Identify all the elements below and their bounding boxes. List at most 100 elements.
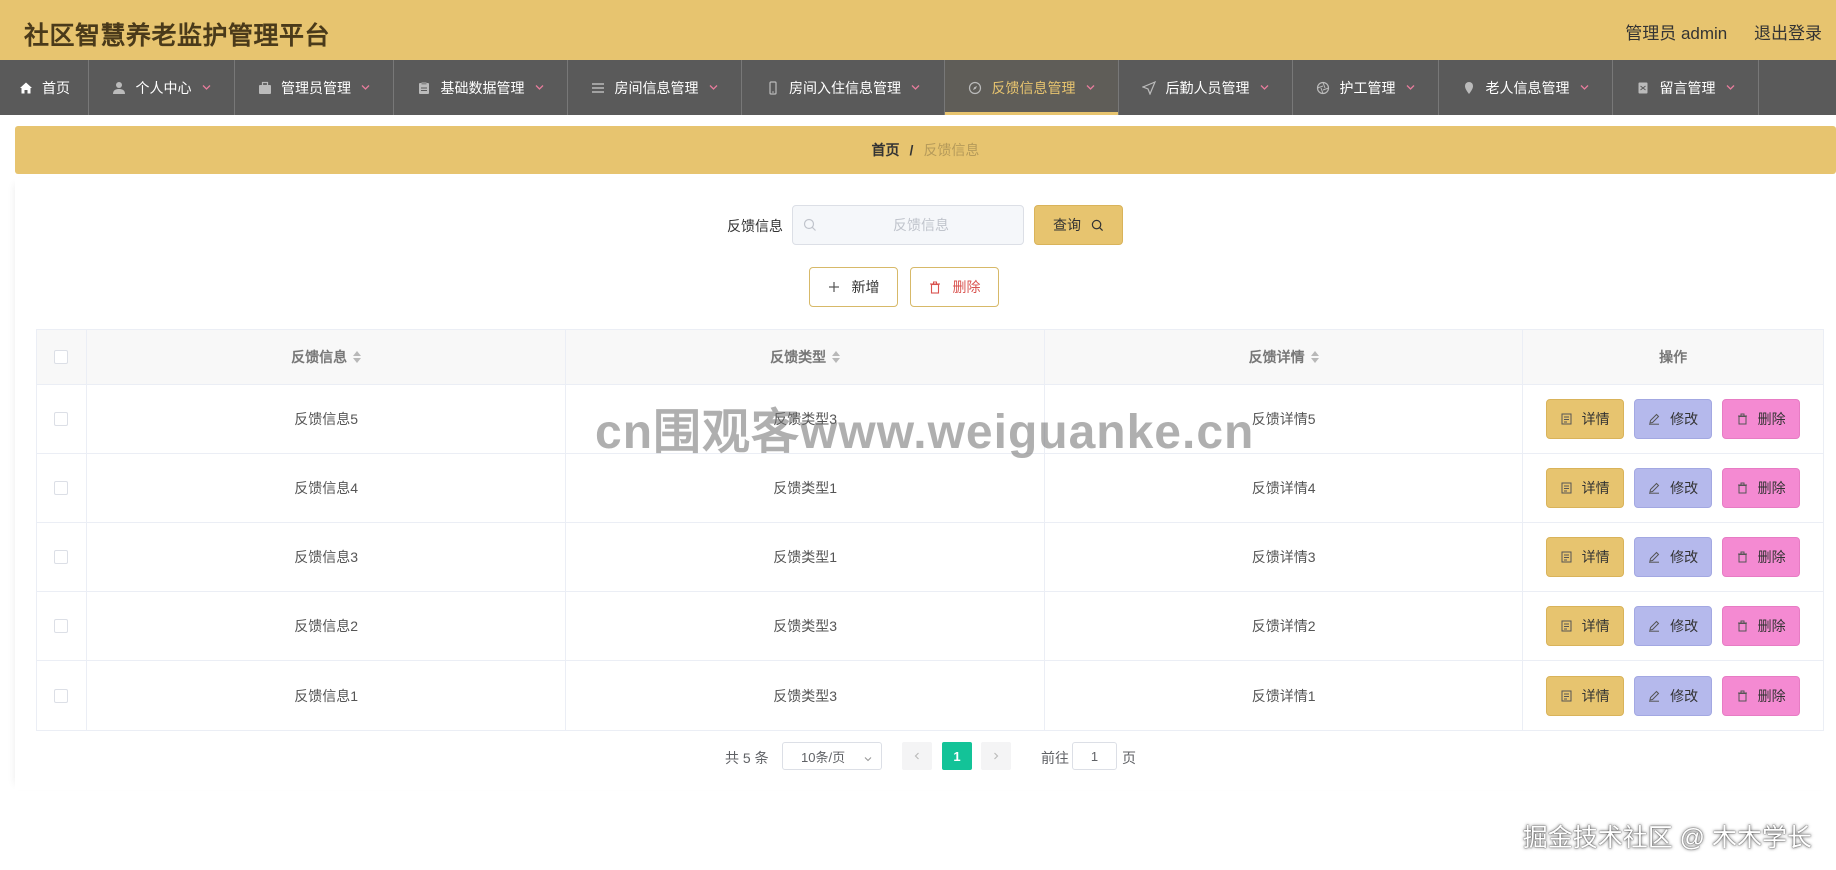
- cell-info: 反馈信息3: [87, 523, 567, 591]
- row-delete-button[interactable]: 删除: [1722, 675, 1801, 716]
- search-input[interactable]: [823, 206, 1019, 244]
- document-icon: [1561, 551, 1577, 563]
- watermark-center: cn围观客www.weiguanke.cn: [595, 406, 1255, 459]
- nav-item-feedback[interactable]: 反馈信息管理: [945, 60, 1119, 115]
- nav-item-logistics-staff[interactable]: 后勤人员管理: [1119, 60, 1293, 115]
- nav-item-caregiver[interactable]: 护工管理: [1293, 60, 1439, 115]
- row-edit-button[interactable]: 修改: [1634, 675, 1713, 716]
- user-icon: [112, 80, 127, 95]
- nav-item-admin-management[interactable]: 管理员管理: [235, 60, 394, 115]
- nav-label: 留言管理: [1659, 79, 1716, 96]
- row-checkbox[interactable]: [54, 550, 69, 564]
- nav-item-room-checkin[interactable]: 房间入住信息管理: [742, 60, 945, 115]
- query-button-label: 查询: [1053, 217, 1081, 233]
- column-header-type[interactable]: 反馈类型: [566, 330, 1045, 384]
- nav-label: 老人信息管理: [1485, 79, 1570, 96]
- logout-link[interactable]: 退出登录: [1754, 24, 1822, 43]
- nav-item-basic-data[interactable]: 基础数据管理: [394, 60, 568, 115]
- row-delete-button[interactable]: 删除: [1722, 399, 1801, 439]
- chevron-down-icon: [1405, 82, 1416, 93]
- row-detail-button[interactable]: 详情: [1546, 537, 1625, 577]
- query-button[interactable]: 查询: [1034, 205, 1123, 245]
- document-icon: [1636, 80, 1651, 95]
- breadcrumb-home[interactable]: 首页: [872, 140, 900, 160]
- nav-item-messages[interactable]: 留言管理: [1613, 60, 1759, 115]
- chevron-down-icon: [360, 82, 371, 93]
- cell-operations: 详情 修改 删除: [1523, 523, 1823, 591]
- search-label: 反馈信息: [727, 218, 783, 234]
- column-header-detail[interactable]: 反馈详情: [1045, 330, 1524, 384]
- nav-item-room-info[interactable]: 房间信息管理: [568, 60, 742, 115]
- aperture-icon: [1316, 80, 1331, 95]
- watermark-footer: 掘金技术社区 @ 木木学长: [1522, 824, 1812, 852]
- chevron-down-icon: [1259, 82, 1270, 93]
- row-delete-button[interactable]: 删除: [1722, 537, 1801, 577]
- compass-icon: [968, 80, 983, 95]
- row-delete-button[interactable]: 删除: [1722, 468, 1801, 508]
- cell-type: 反馈类型3: [566, 592, 1045, 660]
- nav-item-elderly-info[interactable]: 老人信息管理: [1439, 60, 1613, 115]
- row-detail-button[interactable]: 详情: [1546, 606, 1625, 646]
- search-icon: [1086, 219, 1104, 232]
- row-detail-label: 详情: [1581, 687, 1610, 704]
- row-delete-label: 删除: [1757, 549, 1786, 565]
- document-icon: [1561, 413, 1577, 425]
- row-checkbox[interactable]: [54, 688, 69, 703]
- add-button-label: 新增: [851, 279, 880, 295]
- sort-icon: [1310, 351, 1319, 363]
- row-delete-label: 删除: [1757, 411, 1786, 427]
- page-size-select[interactable]: 10条/页: [782, 742, 882, 770]
- column-header-operations: 操作: [1523, 330, 1823, 384]
- chevron-down-icon: [1725, 82, 1736, 93]
- search-box: [792, 205, 1024, 245]
- nav-item-home[interactable]: 首页: [0, 60, 89, 115]
- cell-operations: 详情 修改 删除: [1523, 661, 1823, 730]
- row-edit-button[interactable]: 修改: [1634, 399, 1713, 439]
- pagination: 共 5 条 10条/页 1 前往 页: [0, 741, 1836, 771]
- select-all-checkbox[interactable]: [54, 350, 69, 364]
- breadcrumb-current: 反馈信息: [923, 142, 980, 158]
- plus-icon: [828, 281, 846, 293]
- row-checkbox[interactable]: [54, 481, 69, 495]
- row-edit-button[interactable]: 修改: [1634, 468, 1713, 508]
- row-checkbox-cell: [37, 592, 87, 660]
- row-checkbox-cell: [37, 454, 87, 522]
- row-detail-button[interactable]: 详情: [1546, 399, 1625, 439]
- table-header: 反馈信息 反馈类型 反馈详情 操作: [37, 330, 1823, 385]
- sort-icon: [832, 351, 841, 363]
- nav-label: 个人中心: [135, 79, 192, 96]
- cell-info: 反馈信息5: [87, 385, 567, 453]
- table-row: 反馈信息2 反馈类型3 反馈详情2 详情 修改 删除: [37, 592, 1823, 661]
- prev-page-button[interactable]: [902, 742, 932, 770]
- row-edit-button[interactable]: 修改: [1634, 606, 1713, 646]
- cell-detail: 反馈详情4: [1045, 454, 1524, 522]
- trash-icon: [1737, 620, 1753, 632]
- cell-operations: 详情 修改 删除: [1523, 592, 1823, 660]
- trash-icon: [1737, 690, 1753, 702]
- edit-icon: [1648, 690, 1665, 702]
- list-icon: [591, 80, 606, 95]
- chevron-down-icon: [863, 752, 873, 767]
- goto-page-input[interactable]: [1072, 742, 1117, 770]
- batch-delete-button[interactable]: 删除: [910, 267, 999, 307]
- column-title: 反馈类型: [770, 349, 827, 365]
- total-count: 共 5 条: [725, 750, 769, 766]
- row-detail-button[interactable]: 详情: [1546, 468, 1625, 508]
- chevron-down-icon: [534, 82, 545, 93]
- row-checkbox[interactable]: [54, 619, 69, 633]
- nav-label: 房间信息管理: [614, 79, 699, 96]
- next-page-button[interactable]: [981, 742, 1011, 770]
- page-number-current[interactable]: 1: [942, 742, 972, 770]
- pin-icon: [1462, 80, 1477, 95]
- nav-label: 首页: [42, 79, 70, 96]
- row-checkbox[interactable]: [54, 412, 69, 426]
- row-detail-button[interactable]: 详情: [1546, 675, 1625, 716]
- add-button[interactable]: 新增: [809, 267, 898, 307]
- edit-icon: [1648, 413, 1665, 425]
- row-delete-button[interactable]: 删除: [1722, 606, 1801, 646]
- page-size-value: 10条/页: [801, 749, 846, 765]
- chevron-left-icon: [912, 751, 922, 761]
- row-edit-button[interactable]: 修改: [1634, 537, 1713, 577]
- column-header-info[interactable]: 反馈信息: [87, 330, 567, 384]
- nav-item-personal-center[interactable]: 个人中心: [89, 60, 235, 115]
